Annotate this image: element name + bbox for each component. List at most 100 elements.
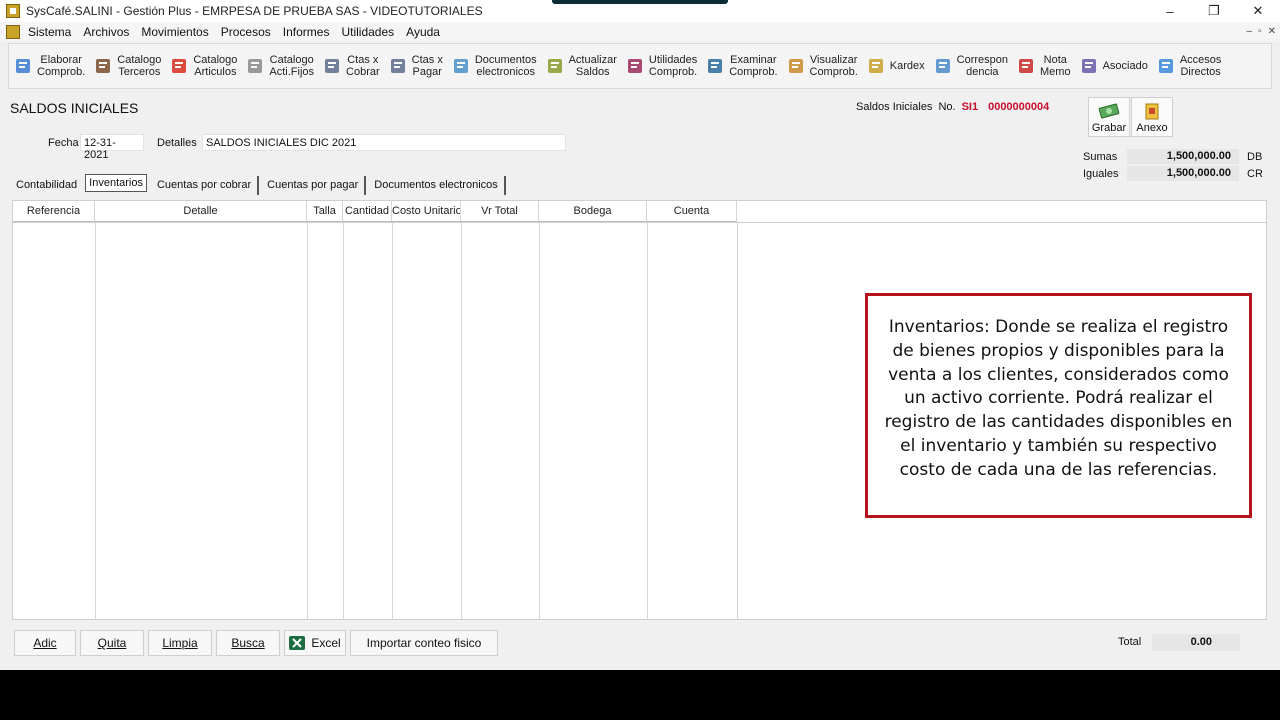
grid-col-divider: [343, 223, 344, 619]
toolbar-button-associates[interactable]: Asociado: [1075, 46, 1152, 86]
iguales-label: Iguales: [1083, 167, 1119, 180]
toolbar-button-red-cube[interactable]: Catalogo Articulos: [165, 46, 241, 86]
excel-icon: [289, 636, 306, 650]
tab-inventarios[interactable]: Inventarios: [85, 174, 147, 192]
mdi-controls: – ▫ ✕: [1247, 22, 1277, 41]
col-bodega[interactable]: Bodega: [539, 201, 647, 221]
toolbar-button-kardex[interactable]: Kardex: [862, 46, 929, 86]
anexo-button[interactable]: Anexo: [1131, 97, 1173, 137]
toolbar-button-document-edit[interactable]: Elaborar Comprob.: [9, 46, 89, 86]
tab-contabilidad[interactable]: Contabilidad: [10, 176, 83, 195]
fecha-field[interactable]: 12-31-2021: [80, 134, 144, 161]
electronic-docs-icon: [451, 56, 471, 76]
toolbar-button-mail[interactable]: Correspon dencia: [929, 46, 1012, 86]
menu-informes[interactable]: Informes: [283, 25, 330, 39]
bottom-actions: Adic Quita Limpia Busca Excel Importar c…: [14, 630, 498, 656]
toolbar-button-label: Documentos electronicos: [474, 54, 537, 78]
iguales-side: CR: [1247, 167, 1263, 180]
grid-col-divider: [95, 223, 96, 619]
grid-col-divider: [307, 223, 308, 619]
toolbar-button-receivable[interactable]: Ctas x Cobrar: [318, 46, 384, 86]
adic-button[interactable]: Adic: [14, 630, 76, 656]
toolbar-button-label: Correspon dencia: [956, 54, 1009, 78]
save-money-icon: [1098, 103, 1120, 119]
grid-col-divider: [647, 223, 648, 619]
main-window: SysCafé.SALINI - Gestión Plus - EMRPESA …: [0, 0, 1280, 670]
adic-label: Adic: [33, 636, 57, 650]
detalles-field[interactable]: SALDOS INICIALES DIC 2021: [202, 134, 566, 151]
mdi-child-icon[interactable]: [6, 24, 20, 39]
title-bar: SysCafé.SALINI - Gestión Plus - EMRPESA …: [0, 0, 1280, 22]
magnifier-icon: [786, 56, 806, 76]
tools-icon: [625, 56, 645, 76]
close-button[interactable]: ✕: [1236, 0, 1280, 22]
toolbar-button-folder[interactable]: Accesos Directos: [1152, 46, 1226, 86]
attachment-icon: [1145, 103, 1159, 120]
toolbar-button-magnifier[interactable]: Visualizar Comprob.: [782, 46, 862, 86]
mdi-close-button[interactable]: ✕: [1268, 26, 1276, 37]
quita-button[interactable]: Quita: [80, 630, 144, 656]
fecha-label: Fecha: [48, 137, 79, 149]
anexo-label: Anexo: [1136, 122, 1168, 134]
grid-col-divider: [539, 223, 540, 619]
grid-col-divider: [392, 223, 393, 619]
toolbar-button-note[interactable]: Nota Memo: [1012, 46, 1075, 86]
limpia-button[interactable]: Limpia: [148, 630, 212, 656]
toolbar-button-label: Accesos Directos: [1179, 54, 1222, 78]
grid-col-divider: [461, 223, 462, 619]
toolbar-button-person[interactable]: Catalogo Terceros: [89, 46, 165, 86]
mdi-restore-button[interactable]: ▫: [1258, 26, 1262, 37]
tab-documentos-electronicos[interactable]: Documentos electronicos: [368, 176, 506, 195]
total-value: 0.00: [1152, 634, 1240, 651]
mail-icon: [933, 56, 953, 76]
col-talla[interactable]: Talla: [307, 201, 343, 221]
window-controls: – ❐ ✕: [1148, 0, 1280, 22]
col-vr-total[interactable]: Vr Total: [461, 201, 539, 221]
toolbar-button-label: Kardex: [889, 60, 925, 72]
detalles-label: Detalles: [157, 137, 197, 149]
col-costo-unitario[interactable]: Costo Unitario: [392, 201, 461, 221]
grid-row-divider: [13, 222, 1266, 223]
tutorial-callout: Inventarios: Donde se realiza el registr…: [865, 293, 1252, 518]
toolbar-button-label: Ctas x Pagar: [411, 54, 443, 78]
menu-ayuda[interactable]: Ayuda: [406, 25, 440, 39]
page-title: SALDOS INICIALES: [10, 100, 139, 116]
col-cantidad[interactable]: Cantidad: [343, 201, 392, 221]
tab-cuentas-por-cobrar[interactable]: Cuentas por cobrar: [151, 176, 260, 195]
window-title: SysCafé.SALINI - Gestión Plus - EMRPESA …: [26, 4, 483, 18]
toolbar-button-refresh-gears[interactable]: Actualizar Saldos: [541, 46, 621, 86]
toolbar-button-label: Elaborar Comprob.: [37, 54, 86, 78]
menu-movimientos[interactable]: Movimientos: [141, 25, 208, 39]
importar-conteo-button[interactable]: Importar conteo fisico: [350, 630, 498, 656]
menu-sistema[interactable]: Sistema: [28, 25, 71, 39]
menu-procesos[interactable]: Procesos: [221, 25, 271, 39]
col-cuenta[interactable]: Cuenta: [647, 201, 737, 221]
toolbar-button-electronic-docs[interactable]: Documentos electronicos: [447, 46, 541, 86]
col-referencia[interactable]: Referencia: [13, 201, 95, 221]
restore-button[interactable]: ❐: [1192, 0, 1236, 22]
grabar-label: Grabar: [1091, 122, 1127, 134]
note-icon: [1016, 56, 1036, 76]
mdi-minimize-button[interactable]: –: [1247, 26, 1253, 37]
person-icon: [93, 56, 113, 76]
excel-label: Excel: [311, 636, 341, 650]
col-detalle[interactable]: Detalle: [95, 201, 307, 221]
excel-button[interactable]: Excel: [284, 630, 346, 656]
toolbar-button-payable[interactable]: Ctas x Pagar: [384, 46, 447, 86]
toolbar-button-examine[interactable]: Examinar Comprob.: [701, 46, 781, 86]
tab-cuentas-por-pagar[interactable]: Cuentas por pagar: [261, 176, 367, 195]
menu-archivos[interactable]: Archivos: [83, 25, 129, 39]
busca-label: Busca: [231, 636, 265, 650]
grabar-button[interactable]: Grabar: [1088, 97, 1130, 137]
receivable-icon: [322, 56, 342, 76]
menu-utilidades[interactable]: Utilidades: [341, 25, 394, 39]
busca-button[interactable]: Busca: [216, 630, 280, 656]
toolbar-button-label: Visualizar Comprob.: [809, 54, 858, 78]
doc-type-label: Saldos Iniciales: [856, 101, 933, 113]
toolbar-button-label: Actualizar Saldos: [568, 54, 617, 78]
toolbar-button-printer[interactable]: Catalogo Acti.Fijos: [241, 46, 318, 86]
minimize-button[interactable]: –: [1148, 0, 1192, 22]
toolbar-button-label: Catalogo Acti.Fijos: [269, 54, 315, 78]
toolbar-button-tools[interactable]: Utilidades Comprob.: [621, 46, 701, 86]
grid-col-divider: [737, 223, 738, 619]
